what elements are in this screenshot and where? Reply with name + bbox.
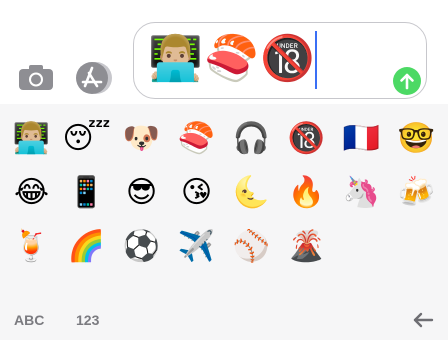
backspace-arrow-icon [413,312,434,328]
app-store-button[interactable] [74,60,114,96]
emoji-keyboard: 👨🏼‍💻 😴 🐶 🍣 🎧 🔞 🇫🇷 🤓 😂 📱 😎 😘 🌜 🔥 🦄 🍻 🍹 🌈 … [0,104,448,340]
emoji-key[interactable]: ⚾ [224,220,279,274]
arrow-up-icon [400,73,414,90]
send-button[interactable] [393,67,421,95]
keyboard-footer: ABC 123 [0,300,448,340]
emoji-key[interactable]: 😂 [4,166,59,220]
emoji-key[interactable]: 🌋 [279,220,334,274]
typed-emoji: 🔞 [260,33,315,84]
app-store-icon [76,62,112,94]
emoji-key[interactable]: 🔞 [279,112,334,166]
emoji-key[interactable]: 🐶 [114,112,169,166]
emoji-key[interactable]: 🔥 [279,166,334,220]
emoji-key[interactable]: 🍣 [169,112,224,166]
emoji-key[interactable]: 🌜 [224,166,279,220]
emoji-key[interactable]: 🦄 [334,166,389,220]
emoji-key[interactable]: ✈️ [169,220,224,274]
abc-key[interactable]: ABC [14,312,44,328]
emoji-key[interactable]: 🍻 [389,166,444,220]
emoji-key[interactable]: ⚽ [114,220,169,274]
numbers-key[interactable]: 123 [76,312,99,328]
emoji-key[interactable]: 🇫🇷 [334,112,389,166]
typed-emoji: 🍣 [204,33,259,84]
backspace-button[interactable] [410,308,436,332]
emoji-key[interactable]: 😴 [59,112,114,166]
emoji-grid: 👨🏼‍💻 😴 🐶 🍣 🎧 🔞 🇫🇷 🤓 😂 📱 😎 😘 🌜 🔥 🦄 🍻 🍹 🌈 … [4,112,444,274]
message-input[interactable]: 👨🏼‍💻 🍣 🔞 [133,22,427,99]
camera-icon [19,65,53,90]
emoji-key[interactable]: 👨🏼‍💻 [4,112,59,166]
camera-button[interactable] [18,60,54,94]
emoji-key[interactable]: 📱 [59,166,114,220]
text-caret [315,31,317,89]
emoji-key[interactable]: 😘 [169,166,224,220]
emoji-key[interactable]: 🎧 [224,112,279,166]
emoji-key[interactable]: 😎 [114,166,169,220]
typed-emoji: 👨🏼‍💻 [148,33,203,84]
compose-bar: 👨🏼‍💻 🍣 🔞 [0,0,448,104]
emoji-key[interactable]: 🌈 [59,220,114,274]
emoji-key[interactable]: 🤓 [389,112,444,166]
emoji-key[interactable]: 🍹 [4,220,59,274]
